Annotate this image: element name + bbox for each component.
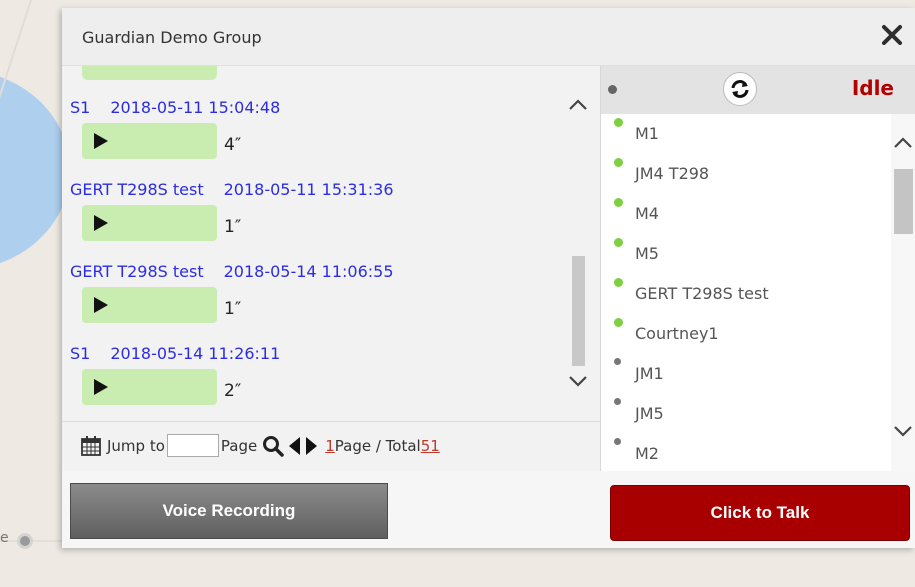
offline-status-icon [614, 358, 621, 365]
message-list: S1 2018-05-11 15:04:48 4″ GERT T298S test… [62, 66, 572, 421]
member-item[interactable]: M2 [611, 434, 891, 471]
dialog-title: Guardian Demo Group [82, 28, 262, 47]
scrollbar-thumb[interactable] [572, 256, 585, 366]
close-icon[interactable] [877, 20, 907, 50]
message-header: GERT T298S test 2018-05-11 15:31:36 [70, 180, 394, 199]
map-marker-icon[interactable] [17, 533, 33, 549]
voice-message-bubble[interactable]: 1″ [82, 287, 241, 323]
member-name: M1 [635, 124, 659, 143]
voice-recording-button[interactable]: Voice Recording [70, 483, 388, 539]
list-item: GERT T298S test 2018-05-11 15:31:36 1″ [62, 180, 572, 262]
voice-message-bubble-partial[interactable] [82, 66, 217, 80]
online-status-icon [614, 318, 623, 327]
member-item[interactable]: GERT T298S test [611, 274, 891, 314]
chevron-up-icon[interactable] [567, 96, 589, 115]
member-name: JM5 [635, 404, 664, 423]
message-duration: 1″ [224, 217, 242, 237]
search-icon[interactable] [262, 435, 284, 457]
chevron-down-icon[interactable] [891, 424, 915, 443]
play-icon[interactable] [94, 297, 108, 317]
member-panel: Idle M1 JM4 T298 M4 M5 GERT T298S test C… [600, 66, 915, 471]
offline-status-icon [614, 438, 621, 445]
map-place-label: e [0, 530, 9, 546]
play-icon[interactable] [94, 215, 108, 235]
pagination-bar: Jump to Page 1 Page / Total 51 [62, 421, 600, 471]
list-item: S1 2018-05-11 15:04:48 4″ [62, 98, 572, 180]
message-timestamp: 2018-05-11 15:04:48 [110, 98, 281, 117]
message-duration: 2″ [224, 381, 242, 401]
member-item[interactable]: Courtney1 [611, 314, 891, 354]
message-history-panel: S1 2018-05-11 15:04:48 4″ GERT T298S test… [62, 66, 600, 421]
member-name: Courtney1 [635, 324, 719, 343]
message-duration: 1″ [224, 299, 242, 319]
member-name: M2 [635, 444, 659, 463]
jump-to-label: Jump to [107, 436, 165, 455]
online-status-icon [614, 158, 623, 167]
scrollbar-thumb[interactable] [894, 169, 913, 234]
chevron-down-icon[interactable] [567, 374, 589, 393]
total-count-link[interactable]: 51 [421, 437, 440, 455]
member-name: M4 [635, 204, 659, 223]
message-sender: GERT T298S test [70, 262, 204, 281]
refresh-icon[interactable] [723, 72, 757, 106]
message-timestamp: 2018-05-11 15:31:36 [223, 180, 394, 199]
message-sender: S1 [70, 98, 91, 117]
online-status-icon [614, 278, 623, 287]
member-name: JM4 T298 [635, 164, 710, 183]
status-dot-icon [608, 85, 617, 94]
member-item[interactable]: M5 [611, 234, 891, 274]
group-talk-dialog: Guardian Demo Group S1 2018-05-11 15:04:4… [62, 8, 915, 548]
message-timestamp: 2018-05-14 11:06:55 [223, 262, 394, 281]
member-item[interactable]: JM1 [611, 354, 891, 394]
message-header: GERT T298S test 2018-05-14 11:06:55 [70, 262, 394, 281]
online-status-icon [614, 198, 623, 207]
member-name: M5 [635, 244, 659, 263]
click-to-talk-button[interactable]: Click to Talk [610, 485, 910, 541]
play-icon[interactable] [94, 379, 108, 399]
calendar-icon[interactable] [80, 435, 102, 457]
message-duration: 4″ [224, 135, 242, 155]
member-name: GERT T298S test [635, 284, 769, 303]
member-name: JM1 [635, 364, 664, 383]
member-list: M1 JM4 T298 M4 M5 GERT T298S test Courtn… [601, 114, 891, 471]
current-page-link[interactable]: 1 [325, 437, 335, 455]
message-header: S1 2018-05-14 11:26:11 [70, 344, 280, 363]
member-item[interactable]: M1 [611, 114, 891, 154]
pagination-controls: Jump to Page 1 Page / Total 51 [80, 434, 440, 457]
voice-message-bubble[interactable]: 2″ [82, 369, 241, 405]
offline-status-icon [614, 398, 621, 405]
member-item[interactable]: JM4 T298 [611, 154, 891, 194]
list-item: S1 2018-05-14 11:26:11 2″ [62, 344, 572, 421]
message-header: S1 2018-05-11 15:04:48 [70, 98, 280, 117]
message-sender: GERT T298S test [70, 180, 204, 199]
action-bar: Voice Recording Click to Talk [62, 471, 915, 548]
online-status-icon [614, 118, 623, 127]
map-water-area [0, 70, 70, 270]
voice-message-bubble[interactable]: 4″ [82, 123, 241, 159]
member-item[interactable]: JM5 [611, 394, 891, 434]
prev-page-icon[interactable] [289, 436, 301, 455]
chevron-up-icon[interactable] [891, 134, 915, 153]
message-sender: S1 [70, 344, 91, 363]
list-item: GERT T298S test 2018-05-14 11:06:55 1″ [62, 262, 572, 344]
play-icon[interactable] [94, 133, 108, 153]
member-panel-header: Idle [601, 66, 915, 114]
voice-message-bubble[interactable]: 1″ [82, 205, 241, 241]
page-number-input[interactable] [166, 434, 219, 457]
online-status-icon [614, 238, 623, 247]
member-scrollbar[interactable] [891, 114, 915, 471]
message-scrollbar[interactable] [567, 96, 595, 401]
message-timestamp: 2018-05-14 11:26:11 [110, 344, 281, 363]
talk-status: Idle [851, 76, 894, 100]
page-label: Page [220, 436, 258, 455]
page-total-separator: Page / Total [334, 436, 421, 455]
dialog-titlebar[interactable]: Guardian Demo Group [62, 8, 915, 66]
member-item[interactable]: M4 [611, 194, 891, 234]
next-page-icon[interactable] [305, 436, 318, 455]
